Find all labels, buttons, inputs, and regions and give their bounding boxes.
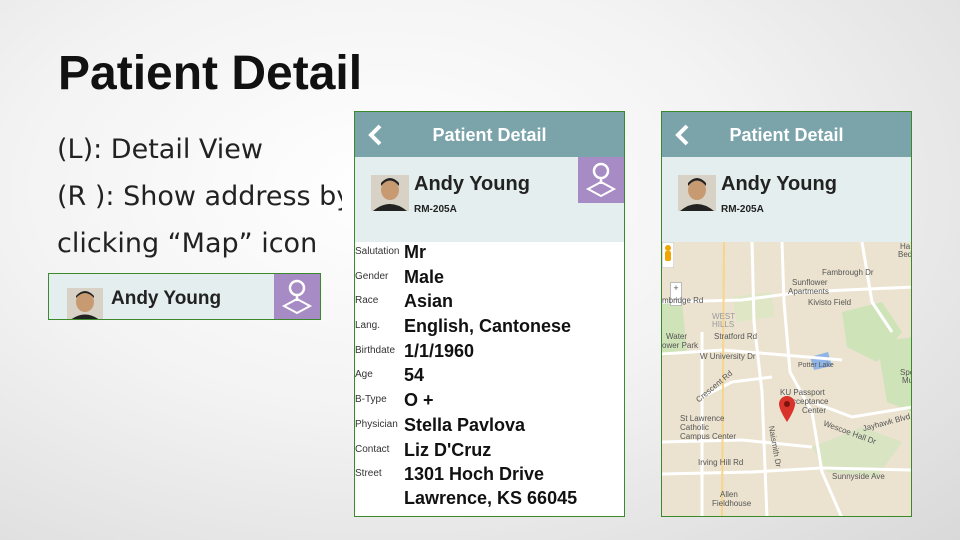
map-label: Fambrough Dr	[822, 268, 874, 277]
field-value: English, Cantonese	[404, 316, 572, 337]
field-label: B-Type	[355, 394, 387, 406]
map-label: HILLS	[712, 320, 735, 329]
map-label: cceptance	[792, 397, 829, 406]
map-label: St Lawrence	[680, 414, 725, 423]
map-button[interactable]	[274, 274, 320, 319]
bullet-list: (L): Detail View (R ): Show address by c…	[57, 128, 342, 269]
field-label: Age	[355, 369, 373, 381]
map-label: Allen	[720, 490, 738, 499]
nav-title: Patient Detail	[729, 125, 844, 145]
map-label: ower Park	[662, 341, 699, 350]
map-label: mbridge Rd	[662, 296, 704, 305]
map-view-phone: Patient Detail Andy Young RM-205A + − Fa…	[661, 111, 912, 517]
map-label: Center	[802, 406, 827, 415]
field-language: Lang. English, Cantonese	[355, 316, 624, 341]
zoom-in-button[interactable]: +	[671, 283, 681, 294]
bullet-item: (L): Detail View	[57, 134, 263, 165]
field-contact: Contact Liz D'Cruz	[355, 440, 624, 465]
field-label: Contact	[355, 443, 390, 455]
map-pin-icon	[585, 162, 617, 198]
field-label: Street	[355, 468, 382, 480]
field-value: Asian	[404, 291, 454, 312]
map-label: Potter Lake	[798, 362, 834, 369]
map-label: Stratford Rd	[714, 332, 758, 341]
map-label: Bed	[898, 250, 912, 259]
avatar	[371, 175, 409, 211]
field-label: Gender	[355, 270, 389, 282]
map-label: Kivisto Field	[808, 298, 852, 307]
slide-title: Patient Detail	[58, 47, 363, 100]
detail-view-phone: Patient Detail Andy Young RM-205A Saluta…	[354, 111, 625, 517]
nav-bar: Patient Detail	[662, 112, 911, 157]
patient-header: Andy Young RM-205A	[662, 157, 911, 242]
field-value: Stella Pavlova	[404, 414, 526, 435]
map-label: W University Dr	[700, 352, 756, 361]
field-blood-type: B-Type O +	[355, 390, 624, 415]
field-age: Age 54	[355, 365, 624, 390]
map-label: Water	[666, 332, 688, 341]
map-label: Fieldhouse	[712, 499, 752, 508]
map-pin-icon	[281, 279, 313, 315]
field-value: O +	[404, 390, 434, 411]
map-label: Campus Center	[680, 432, 737, 441]
map-button[interactable]	[578, 157, 624, 203]
map-label: Irving Hill Rd	[698, 458, 744, 467]
map-label: Sunflower	[792, 278, 828, 287]
patient-header: Andy Young RM-205A	[355, 157, 624, 242]
map-label: Catholic	[680, 423, 709, 432]
patient-room: RM-205A	[721, 204, 764, 215]
field-value: 1301 Hoch Drive	[404, 464, 545, 485]
field-value: Mr	[404, 242, 426, 262]
field-salutation: Salutation Mr	[355, 242, 624, 267]
patient-name: Andy Young	[111, 288, 222, 309]
field-value-line2: Lawrence, KS 66045	[404, 488, 578, 509]
field-gender: Gender Male	[355, 267, 624, 292]
field-label: Physician	[355, 418, 398, 430]
field-label: Salutation	[355, 246, 400, 257]
street-view-icon[interactable]	[662, 242, 674, 268]
map-label: Mu	[902, 376, 911, 385]
field-birthdate: Birthdate 1/1/1960	[355, 341, 624, 366]
nav-bar: Patient Detail	[355, 112, 624, 157]
field-value: 1/1/1960	[404, 340, 475, 361]
patient-name: Andy Young	[414, 173, 530, 195]
field-label: Birthdate	[355, 344, 396, 356]
map-marker-icon[interactable]	[779, 396, 795, 422]
address-map[interactable]: + − Fambrough Dr Sunflower Apartments Ki…	[662, 242, 912, 516]
field-value: 54	[404, 365, 425, 386]
patient-fields: Salutation Mr Gender Male Race Asian Lan…	[355, 242, 624, 508]
map-label: Apartments	[788, 287, 829, 296]
field-value: Male	[404, 266, 445, 287]
avatar	[67, 288, 103, 319]
field-race: Race Asian	[355, 291, 624, 316]
bullet-item: clicking “Map” icon	[57, 228, 318, 259]
field-street: Street 1301 Hoch Drive Lawrence, KS 6604…	[355, 464, 624, 508]
bullet-item: (R ): Show address by	[57, 181, 342, 212]
field-label: Race	[355, 295, 379, 307]
patient-room: RM-205A	[414, 204, 457, 215]
patient-name: Andy Young	[721, 173, 837, 195]
field-value: Liz D'Cruz	[404, 439, 492, 460]
avatar	[678, 175, 716, 211]
patient-banner-example: Andy Young	[48, 273, 321, 320]
map-label: Sunnyside Ave	[832, 472, 885, 481]
field-label: Lang.	[355, 320, 381, 332]
field-physician: Physician Stella Pavlova	[355, 415, 624, 440]
nav-title: Patient Detail	[432, 125, 547, 145]
